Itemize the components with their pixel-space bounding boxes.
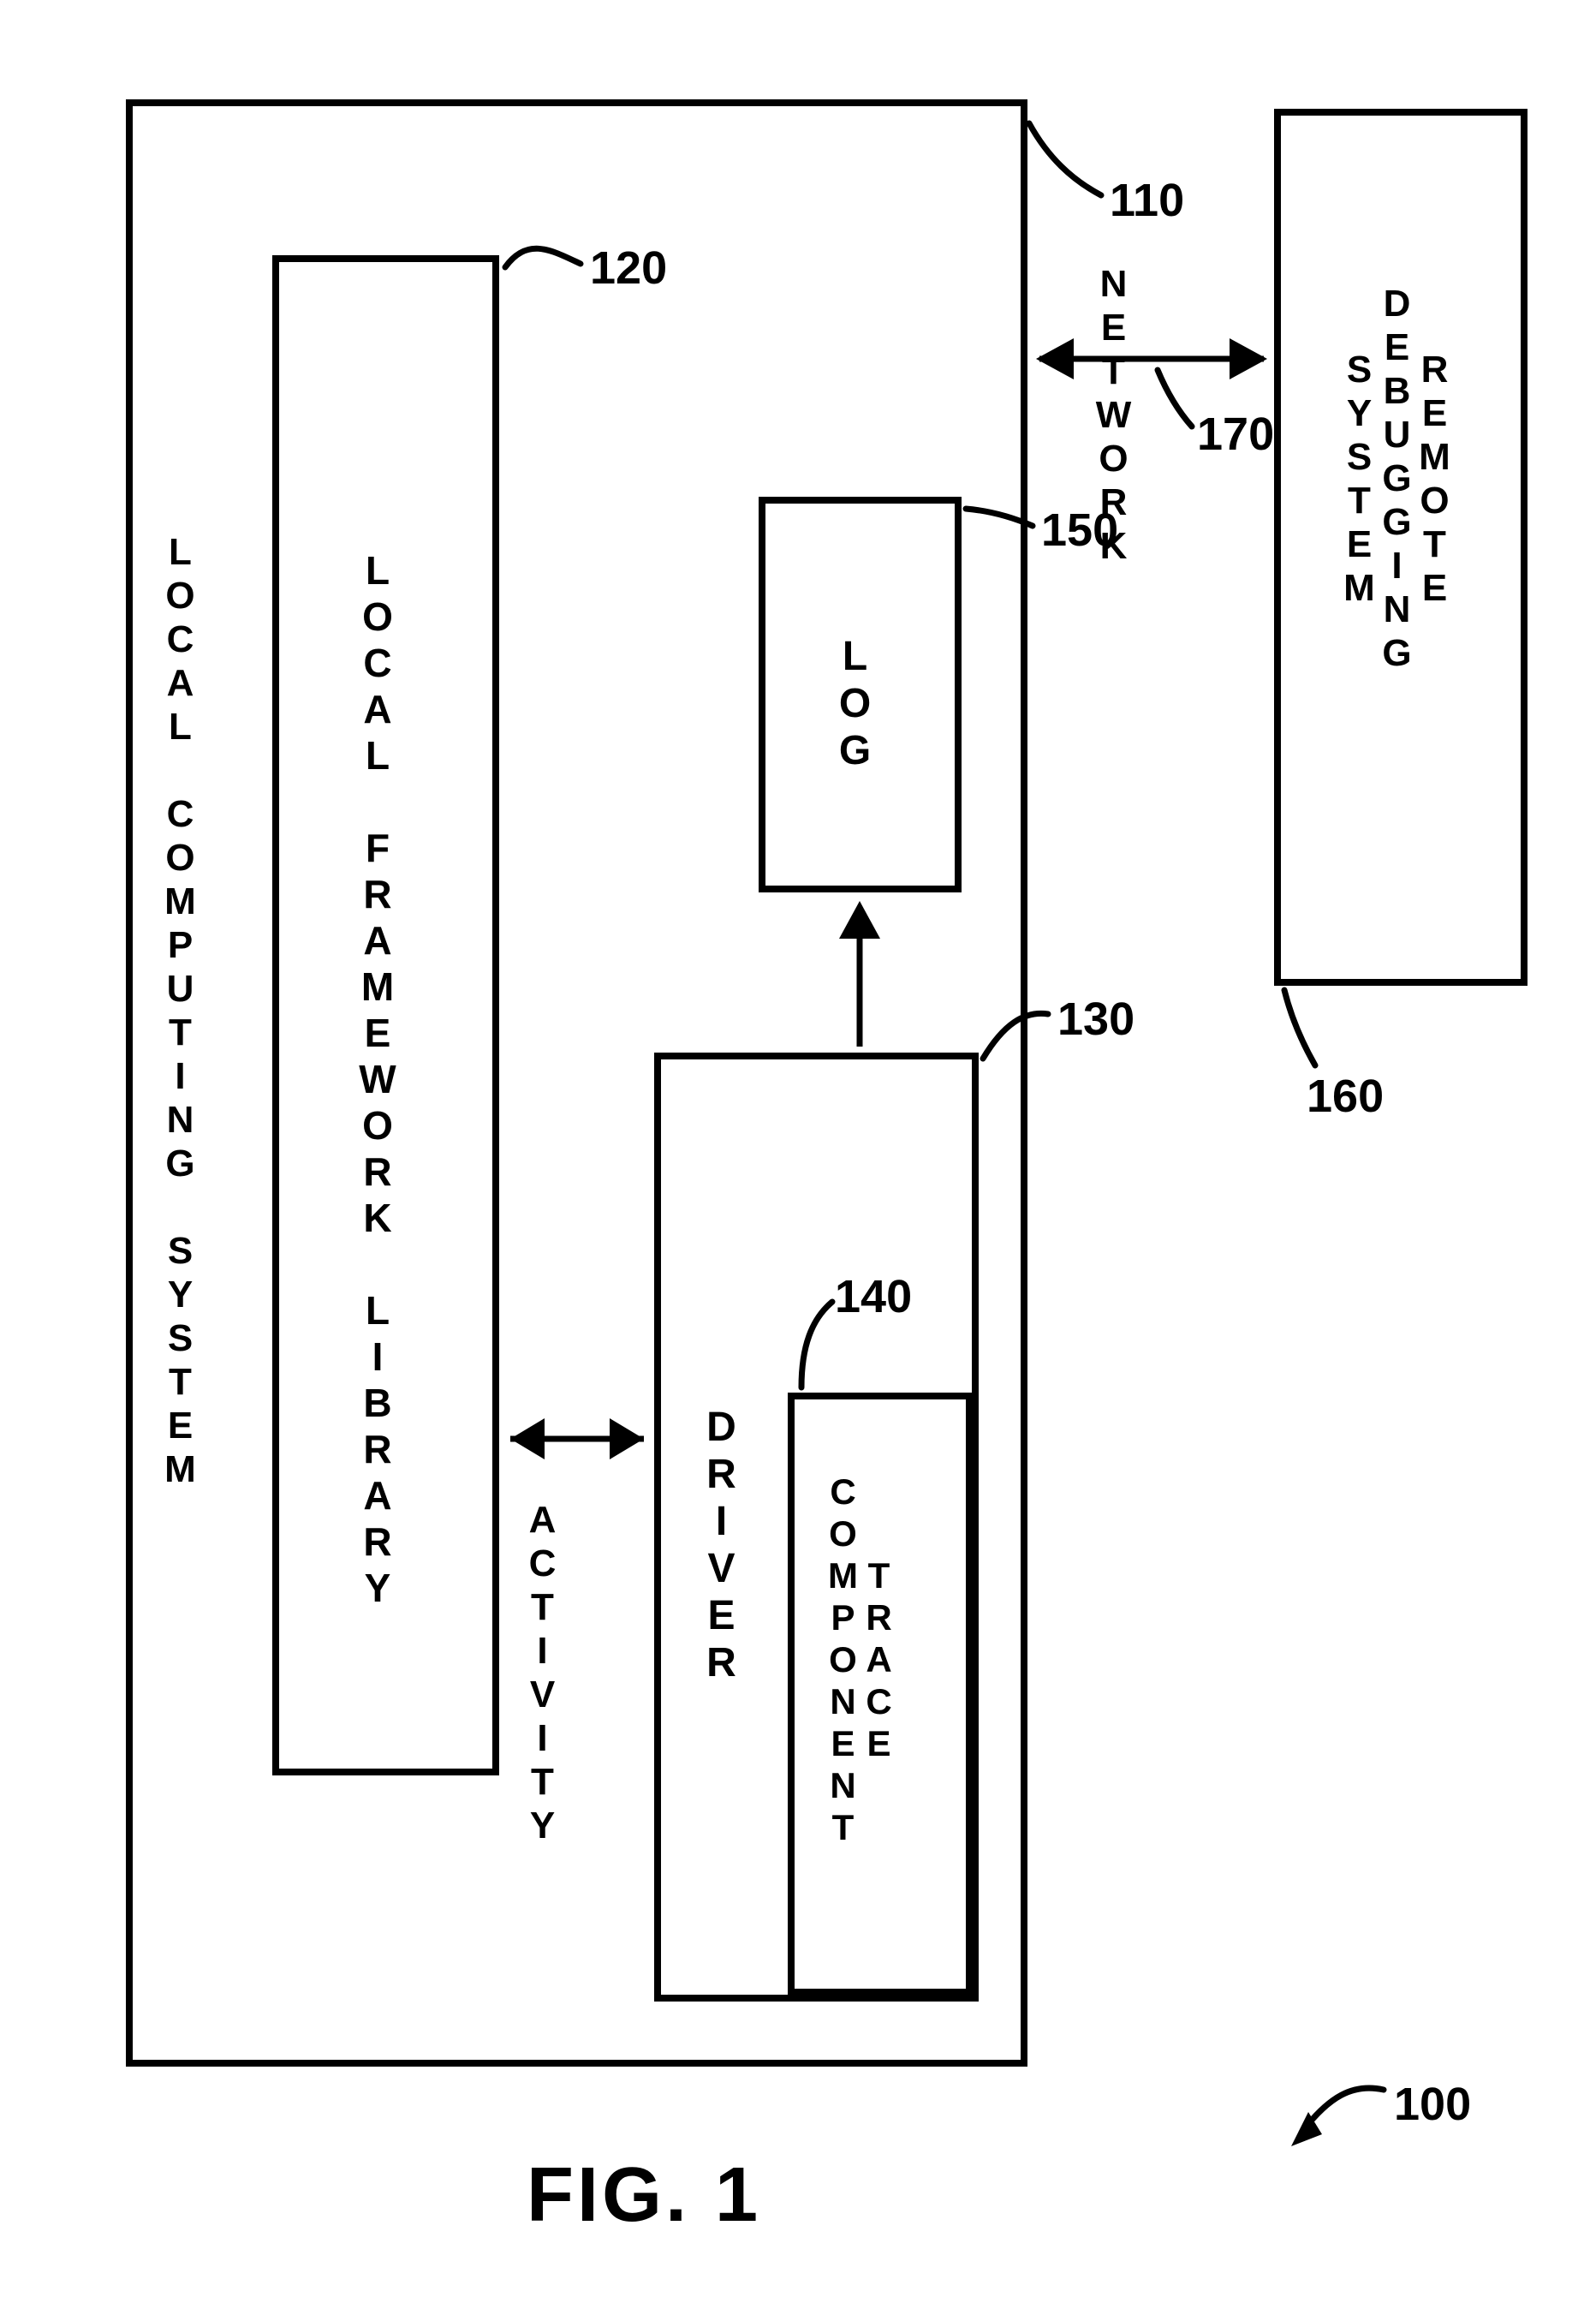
ref-130: 130 bbox=[1057, 993, 1134, 1046]
ref-170: 170 bbox=[1197, 408, 1274, 461]
diagram-figure: LOCAL COMPUTING SYSTEM LOCAL FRAMEWORK L… bbox=[0, 0, 1596, 2309]
figure-caption: FIG. 1 bbox=[527, 2151, 761, 2240]
ref-100: 100 bbox=[1394, 2078, 1471, 2131]
local-computing-system-title: LOCAL COMPUTING SYSTEM bbox=[161, 531, 199, 1492]
local-framework-library-label: LOCAL FRAMEWORK LIBRARY bbox=[358, 548, 397, 1612]
ref-110: 110 bbox=[1110, 174, 1184, 227]
remote-debugging-system-label: REMOTE DEBUGGING SYSTEM bbox=[1340, 283, 1453, 676]
ref-120: 120 bbox=[590, 242, 667, 295]
leader-170 bbox=[1158, 370, 1192, 427]
activity-label: ACTIVITY bbox=[523, 1499, 561, 1848]
trace-component-label: TRACE COMPONENT bbox=[825, 1471, 896, 1849]
network-double-arrow bbox=[1036, 338, 1267, 379]
ref-140: 140 bbox=[835, 1270, 912, 1323]
driver-label: DRIVER bbox=[700, 1405, 741, 1687]
ref-160: 160 bbox=[1307, 1070, 1384, 1123]
leader-100 bbox=[1291, 2088, 1384, 2146]
leader-110 bbox=[1029, 123, 1101, 195]
leader-160 bbox=[1284, 990, 1315, 1065]
ref-150: 150 bbox=[1041, 504, 1118, 557]
log-label: LOG bbox=[834, 634, 875, 775]
